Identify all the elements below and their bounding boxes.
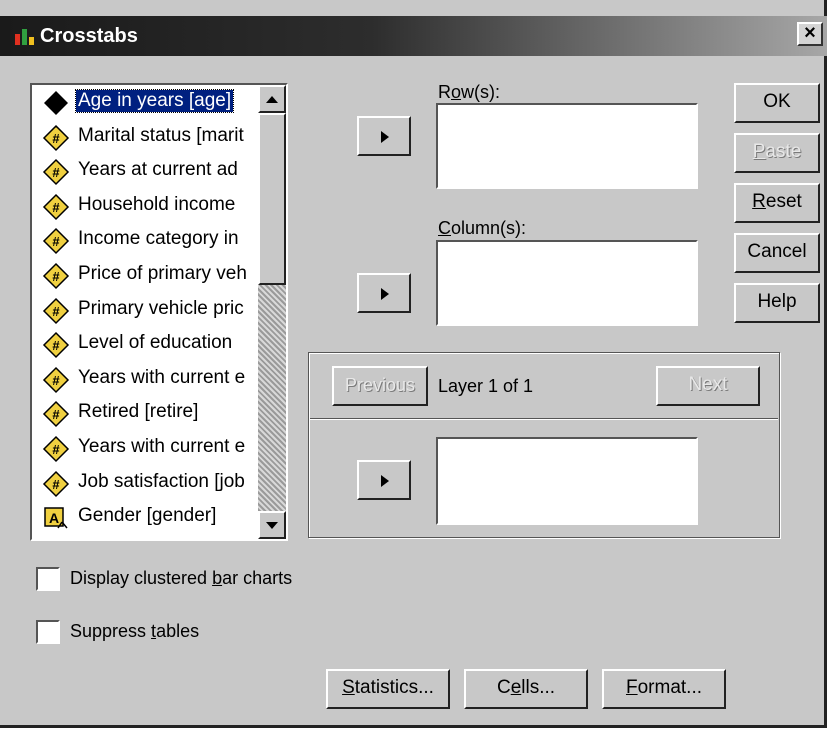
variable-list-item[interactable]: # Marital status [marit xyxy=(40,122,270,154)
svg-text:A: A xyxy=(49,510,59,526)
numeric-icon: # xyxy=(42,331,70,359)
move-to-layer-button[interactable] xyxy=(357,460,411,500)
variable-list-item[interactable]: A Gender [gender] xyxy=(40,502,270,534)
previous-layer-button[interactable]: Previous xyxy=(332,366,428,406)
scale-icon xyxy=(42,89,70,117)
variable-list-item[interactable]: # Price of primary veh xyxy=(40,260,270,292)
svg-text:#: # xyxy=(52,338,60,353)
numeric-icon: # xyxy=(42,124,70,152)
variable-list-item[interactable]: # Primary vehicle pric xyxy=(40,295,270,327)
scroll-down-button[interactable] xyxy=(258,511,286,539)
layer-divider xyxy=(310,418,778,420)
variable-list-item[interactable]: # Job satisfaction [job xyxy=(40,468,270,500)
scroll-down-icon xyxy=(266,522,278,529)
cancel-button[interactable]: Cancel xyxy=(734,233,820,273)
variable-list-item[interactable]: # Years with current e xyxy=(40,433,270,465)
svg-text:#: # xyxy=(52,234,60,249)
move-to-rows-button[interactable] xyxy=(357,116,411,156)
close-icon: × xyxy=(804,22,816,44)
numeric-icon: # xyxy=(42,193,70,221)
numeric-icon: # xyxy=(42,297,70,325)
next-layer-button[interactable]: Next xyxy=(656,366,760,406)
numeric-icon: # xyxy=(42,158,70,186)
numeric-icon: # xyxy=(42,366,70,394)
variable-label: Household income xyxy=(78,193,236,215)
variable-label: Gender [gender] xyxy=(78,505,217,527)
rows-label: Row(s): xyxy=(438,82,501,102)
svg-text:#: # xyxy=(52,165,60,180)
app-icon xyxy=(15,29,34,45)
variable-label: Income category in xyxy=(78,228,239,250)
title-bar[interactable]: Crosstabs × xyxy=(0,16,827,56)
variable-list-item[interactable]: # Years at current ad xyxy=(40,156,270,188)
variable-label: Retired [retire] xyxy=(78,401,199,423)
svg-text:#: # xyxy=(52,131,60,146)
variable-list-item[interactable]: Age in years [age] xyxy=(40,87,270,119)
scroll-thumb[interactable] xyxy=(258,113,286,285)
columns-field[interactable] xyxy=(436,240,698,326)
clustered-bar-charts-label: Display clustered bar charts xyxy=(70,568,293,588)
svg-text:#: # xyxy=(52,200,60,215)
suppress-tables-checkbox[interactable] xyxy=(36,620,60,644)
numeric-icon: # xyxy=(42,470,70,498)
svg-text:#: # xyxy=(52,304,60,319)
list-scrollbar[interactable] xyxy=(258,85,286,539)
numeric-icon: # xyxy=(42,400,70,428)
variable-list-item[interactable]: # Retired [retire] xyxy=(40,398,270,430)
string-icon: A xyxy=(42,504,70,532)
variable-list-item[interactable]: # Income category in xyxy=(40,225,270,257)
numeric-icon: # xyxy=(42,435,70,463)
svg-text:#: # xyxy=(52,477,60,492)
variable-label: Years with current e xyxy=(78,366,246,388)
rows-field[interactable] xyxy=(436,103,698,189)
suppress-tables-label: Suppress tables xyxy=(70,621,200,641)
variable-label: Price of primary veh xyxy=(78,263,247,284)
statistics-button[interactable]: Statistics... xyxy=(326,669,450,709)
variable-label: Years with current e xyxy=(78,436,246,457)
move-to-columns-button[interactable] xyxy=(357,273,411,313)
layer-field[interactable] xyxy=(436,437,698,525)
variable-list-item[interactable]: # Level of education xyxy=(40,329,270,361)
ok-button[interactable]: OK xyxy=(734,83,820,123)
arrow-right-icon xyxy=(381,288,389,300)
format-button[interactable]: Format... xyxy=(602,669,726,709)
clustered-bar-charts-checkbox[interactable] xyxy=(36,567,60,591)
window-title: Crosstabs xyxy=(40,25,138,47)
variable-label: Job satisfaction [job xyxy=(78,470,245,492)
variable-label: Age in years [age] xyxy=(74,89,235,113)
scroll-up-button[interactable] xyxy=(258,85,286,113)
numeric-icon: # xyxy=(42,262,70,290)
svg-text:#: # xyxy=(52,269,60,284)
variable-list-item[interactable]: # Years with current e xyxy=(40,364,270,396)
svg-text:#: # xyxy=(52,407,60,422)
arrow-right-icon xyxy=(381,131,389,143)
numeric-icon: # xyxy=(42,227,70,255)
variable-label: Years at current ad xyxy=(78,159,238,181)
arrow-right-icon xyxy=(381,475,389,487)
variable-label: Level of education xyxy=(78,332,233,354)
svg-text:#: # xyxy=(52,373,60,388)
variable-label: Marital status [marit xyxy=(78,124,244,146)
paste-button[interactable]: Paste xyxy=(734,133,820,173)
cells-button[interactable]: Cells... xyxy=(464,669,588,709)
crosstabs-dialog: Crosstabs × Age in years [age] # Marital s… xyxy=(0,0,827,728)
scroll-up-icon xyxy=(266,96,278,103)
variable-list-item[interactable]: # Household income xyxy=(40,191,270,223)
variable-label: Primary vehicle pric xyxy=(78,297,244,319)
close-button[interactable]: × xyxy=(797,22,823,46)
layer-indicator: Layer 1 of 1 xyxy=(438,376,534,396)
source-variable-list[interactable]: Age in years [age] # Marital status [marit… xyxy=(30,83,288,541)
help-button[interactable]: Help xyxy=(734,283,820,323)
reset-button[interactable]: Reset xyxy=(734,183,820,223)
columns-label: Column(s): xyxy=(438,218,527,238)
svg-text:#: # xyxy=(52,442,60,457)
